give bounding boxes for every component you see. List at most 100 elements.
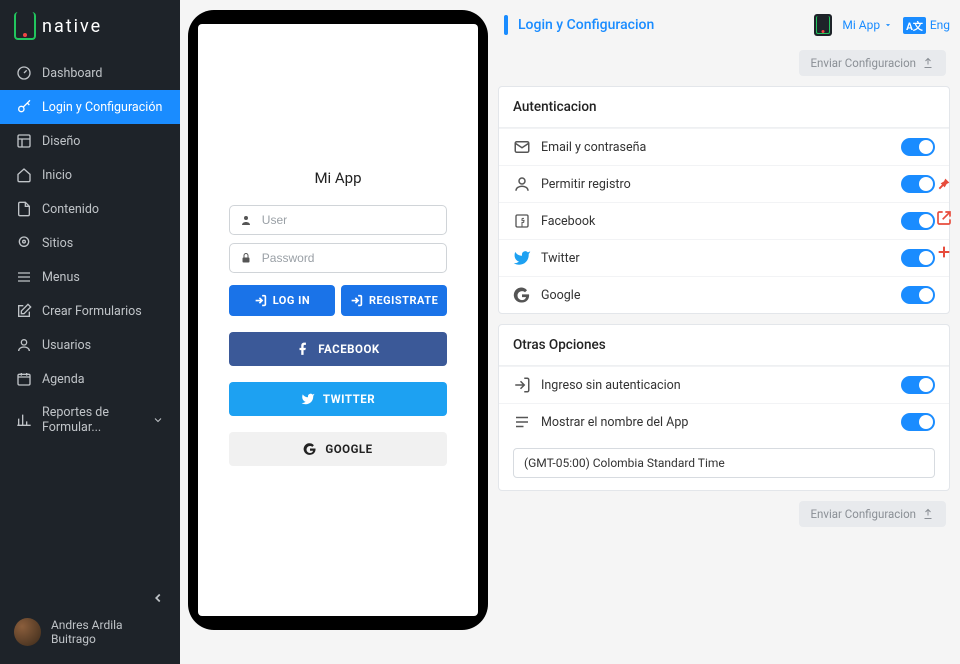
sidebar-item-label: Usuarios — [42, 338, 91, 353]
home-icon — [16, 167, 32, 183]
toggle-google[interactable] — [901, 286, 935, 304]
config-title: Login y Configuracion — [518, 17, 654, 33]
user-icon — [16, 337, 32, 353]
send-config-button-top[interactable]: Enviar Configuracion — [799, 50, 946, 76]
mini-phone-logo-icon — [814, 14, 832, 36]
sidebar-item-content[interactable]: Contenido — [0, 192, 180, 226]
sidebar-item-label: Reportes de Formular... — [42, 405, 142, 435]
sidebar: native Dashboard Login y Configuración D… — [0, 0, 180, 664]
preview-user-input[interactable] — [262, 213, 436, 227]
user-icon — [513, 175, 531, 193]
config-topbar: Login y Configuracion Mi App A文 Eng — [498, 10, 950, 40]
sidebar-item-menus[interactable]: Menus — [0, 260, 180, 294]
menu-icon — [16, 269, 32, 285]
share-action-icon[interactable] — [936, 210, 952, 226]
sidebar-item-agenda[interactable]: Agenda — [0, 362, 180, 396]
twitter-icon — [301, 392, 315, 406]
login-arrow-icon — [513, 376, 531, 394]
sidebar-item-dashboard[interactable]: Dashboard — [0, 56, 180, 90]
auth-option-facebook: Facebook — [499, 202, 949, 239]
pin-action-icon[interactable] — [936, 176, 952, 192]
other-option-show-app-name: Mostrar el nombre del App — [499, 403, 949, 440]
layout-icon — [16, 133, 32, 149]
sidebar-item-create-forms[interactable]: Crear Formularios — [0, 294, 180, 328]
floating-actions-rail — [930, 170, 960, 266]
language-toggle[interactable]: A文 Eng — [903, 17, 950, 34]
preview-app-title: Mi App — [314, 169, 361, 187]
send-config-button-bottom[interactable]: Enviar Configuracion — [799, 501, 946, 527]
sidebar-item-form-reports[interactable]: Reportes de Formular... — [0, 396, 180, 444]
sidebar-item-label: Sitios — [42, 236, 73, 251]
preview-google-button[interactable]: GOOGLE — [229, 432, 447, 466]
toggle-anon-login[interactable] — [901, 376, 935, 394]
sidebar-item-label: Inicio — [42, 168, 72, 183]
brand-logo[interactable]: native — [0, 0, 180, 50]
google-icon — [513, 286, 531, 304]
sidebar-item-login-config[interactable]: Login y Configuración — [0, 90, 180, 124]
facebook-icon — [296, 342, 310, 356]
button-label: GOOGLE — [325, 442, 372, 456]
other-option-anon-login: Ingreso sin autenticacion — [499, 366, 949, 403]
accent-bar — [504, 15, 508, 35]
sidebar-item-label: Crear Formularios — [42, 304, 142, 319]
key-icon — [16, 99, 32, 115]
button-label: LOG IN — [273, 294, 310, 307]
chevron-down-icon — [152, 412, 164, 428]
preview-facebook-button[interactable]: FACEBOOK — [229, 332, 447, 366]
option-label: Mostrar el nombre del App — [541, 415, 688, 430]
main-area: Mi App LOG IN — [180, 0, 960, 664]
preview-login-form: LOG IN REGISTRATE FACEBOOK TWITTER — [229, 205, 447, 466]
upload-icon — [922, 508, 934, 520]
preview-register-button[interactable]: REGISTRATE — [341, 285, 447, 316]
auth-card: Autenticacion Email y contraseña Permiti… — [498, 86, 950, 314]
button-label: FACEBOOK — [318, 342, 379, 356]
add-action-icon[interactable] — [936, 244, 952, 260]
auth-option-email: Email y contraseña — [499, 128, 949, 165]
button-label: TWITTER — [323, 392, 375, 406]
auth-option-register: Permitir registro — [499, 165, 949, 202]
calendar-icon — [16, 371, 32, 387]
pin-icon — [16, 235, 32, 251]
button-label: REGISTRATE — [369, 294, 438, 307]
upload-icon — [922, 57, 934, 69]
button-label: Enviar Configuracion — [811, 56, 916, 70]
preview-twitter-button[interactable]: TWITTER — [229, 382, 447, 416]
sidebar-item-label: Diseño — [42, 134, 80, 149]
chart-icon — [16, 412, 32, 428]
facebook-icon — [513, 212, 531, 230]
toggle-show-app-name[interactable] — [901, 413, 935, 431]
mail-icon — [513, 138, 531, 156]
timezone-select[interactable]: (GMT-05:00) Colombia Standard Time — [513, 448, 935, 478]
auth-option-google: Google — [499, 276, 949, 313]
option-label: Email y contraseña — [541, 140, 646, 155]
sidebar-item-label: Contenido — [42, 202, 99, 217]
signin-arrow-icon — [350, 294, 363, 307]
toggle-email[interactable] — [901, 138, 935, 156]
phone-preview-frame: Mi App LOG IN — [188, 10, 488, 630]
gauge-icon — [16, 65, 32, 81]
sidebar-item-home[interactable]: Inicio — [0, 158, 180, 192]
sidebar-collapse-button[interactable] — [148, 588, 168, 608]
option-label: Ingreso sin autenticacion — [541, 378, 681, 393]
preview-password-input[interactable] — [262, 251, 436, 265]
twitter-icon — [513, 249, 531, 267]
option-label: Facebook — [541, 214, 595, 229]
file-icon — [16, 201, 32, 217]
button-label: Enviar Configuracion — [811, 507, 916, 521]
caret-down-icon — [883, 20, 893, 30]
preview-user-field[interactable] — [229, 205, 447, 235]
user-name-label: Andres Ardila Buitrago — [51, 618, 166, 646]
other-options-card: Otras Opciones Ingreso sin autenticacion… — [498, 324, 950, 491]
app-selector[interactable]: Mi App — [842, 18, 893, 32]
sidebar-item-users[interactable]: Usuarios — [0, 328, 180, 362]
translate-icon: A文 — [903, 17, 926, 34]
option-label: Permitir registro — [541, 177, 631, 192]
sidebar-item-sites[interactable]: Sitios — [0, 226, 180, 260]
sidebar-item-label: Dashboard — [42, 66, 102, 81]
current-user[interactable]: Andres Ardila Buitrago — [0, 610, 180, 654]
sidebar-item-design[interactable]: Diseño — [0, 124, 180, 158]
preview-password-field[interactable] — [229, 243, 447, 273]
preview-login-button[interactable]: LOG IN — [229, 285, 335, 316]
phone-screen: Mi App LOG IN — [198, 24, 478, 616]
edit-icon — [16, 303, 32, 319]
